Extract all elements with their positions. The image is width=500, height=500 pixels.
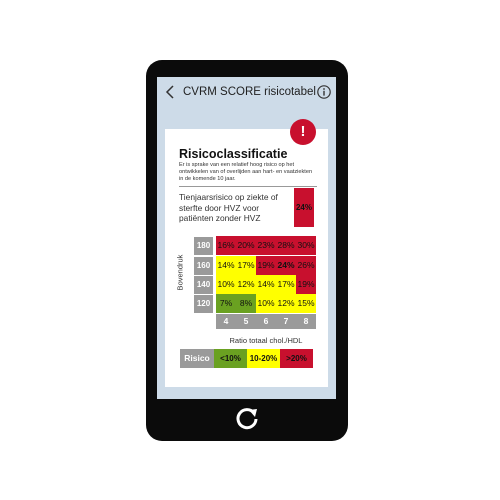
app-bar: CVRM SCORE risicotabel bbox=[157, 77, 336, 108]
row-header: 160 bbox=[194, 257, 213, 275]
table-cell: 10% bbox=[216, 275, 236, 294]
table-cell: 15% bbox=[296, 294, 316, 313]
table-cell: 26% bbox=[296, 256, 316, 275]
column-header: 4 bbox=[216, 314, 236, 329]
legend-item: >20% bbox=[280, 349, 313, 368]
table-cell: 19% bbox=[256, 256, 276, 275]
table-cell: 17% bbox=[276, 275, 296, 294]
table-cell: 16% bbox=[216, 236, 236, 255]
alert-badge: ! bbox=[290, 119, 316, 145]
table-cell: 10% bbox=[256, 294, 276, 313]
table-cell: 14% bbox=[256, 275, 276, 294]
row-header: 120 bbox=[194, 295, 213, 313]
card-heading: Risicoclassificatie bbox=[179, 147, 288, 161]
legend-item: 10-20% bbox=[247, 349, 280, 368]
refresh-icon[interactable] bbox=[232, 404, 262, 434]
table-cell: 20% bbox=[236, 236, 256, 255]
table-cell: 8% bbox=[236, 294, 256, 313]
card-description: Er is sprake van een relatief hoog risic… bbox=[179, 162, 313, 183]
divider bbox=[179, 186, 317, 187]
row-header: 180 bbox=[194, 237, 213, 255]
table-cell: 12% bbox=[276, 294, 296, 313]
table-cell: 24% bbox=[276, 256, 296, 275]
column-header: 8 bbox=[296, 314, 316, 329]
column-header: 7 bbox=[276, 314, 296, 329]
risk-value: 24% bbox=[294, 188, 314, 227]
legend-title: Risico bbox=[180, 349, 214, 368]
table-cell: 12% bbox=[236, 275, 256, 294]
app-title: CVRM SCORE risicotabel bbox=[183, 86, 316, 98]
table-cell: 23% bbox=[256, 236, 276, 255]
table-cell: 19% bbox=[296, 275, 316, 294]
column-header: 6 bbox=[256, 314, 276, 329]
y-axis-label: Bovendruk bbox=[175, 254, 185, 291]
x-axis-label: Ratio totaal chol./HDL bbox=[229, 336, 303, 345]
table-cell: 14% bbox=[216, 256, 236, 275]
table-cell: 17% bbox=[236, 256, 256, 275]
table-cell: 30% bbox=[296, 236, 316, 255]
table-cell: 28% bbox=[276, 236, 296, 255]
legend-item: <10% bbox=[214, 349, 247, 368]
row-header: 140 bbox=[194, 276, 213, 294]
column-header: 5 bbox=[236, 314, 256, 329]
info-icon[interactable] bbox=[317, 85, 331, 99]
risk-label: Tienjaarsrisico op ziekte of sterfte doo… bbox=[179, 192, 278, 224]
chevron-left-icon[interactable] bbox=[163, 84, 177, 100]
table-cell: 7% bbox=[216, 294, 236, 313]
